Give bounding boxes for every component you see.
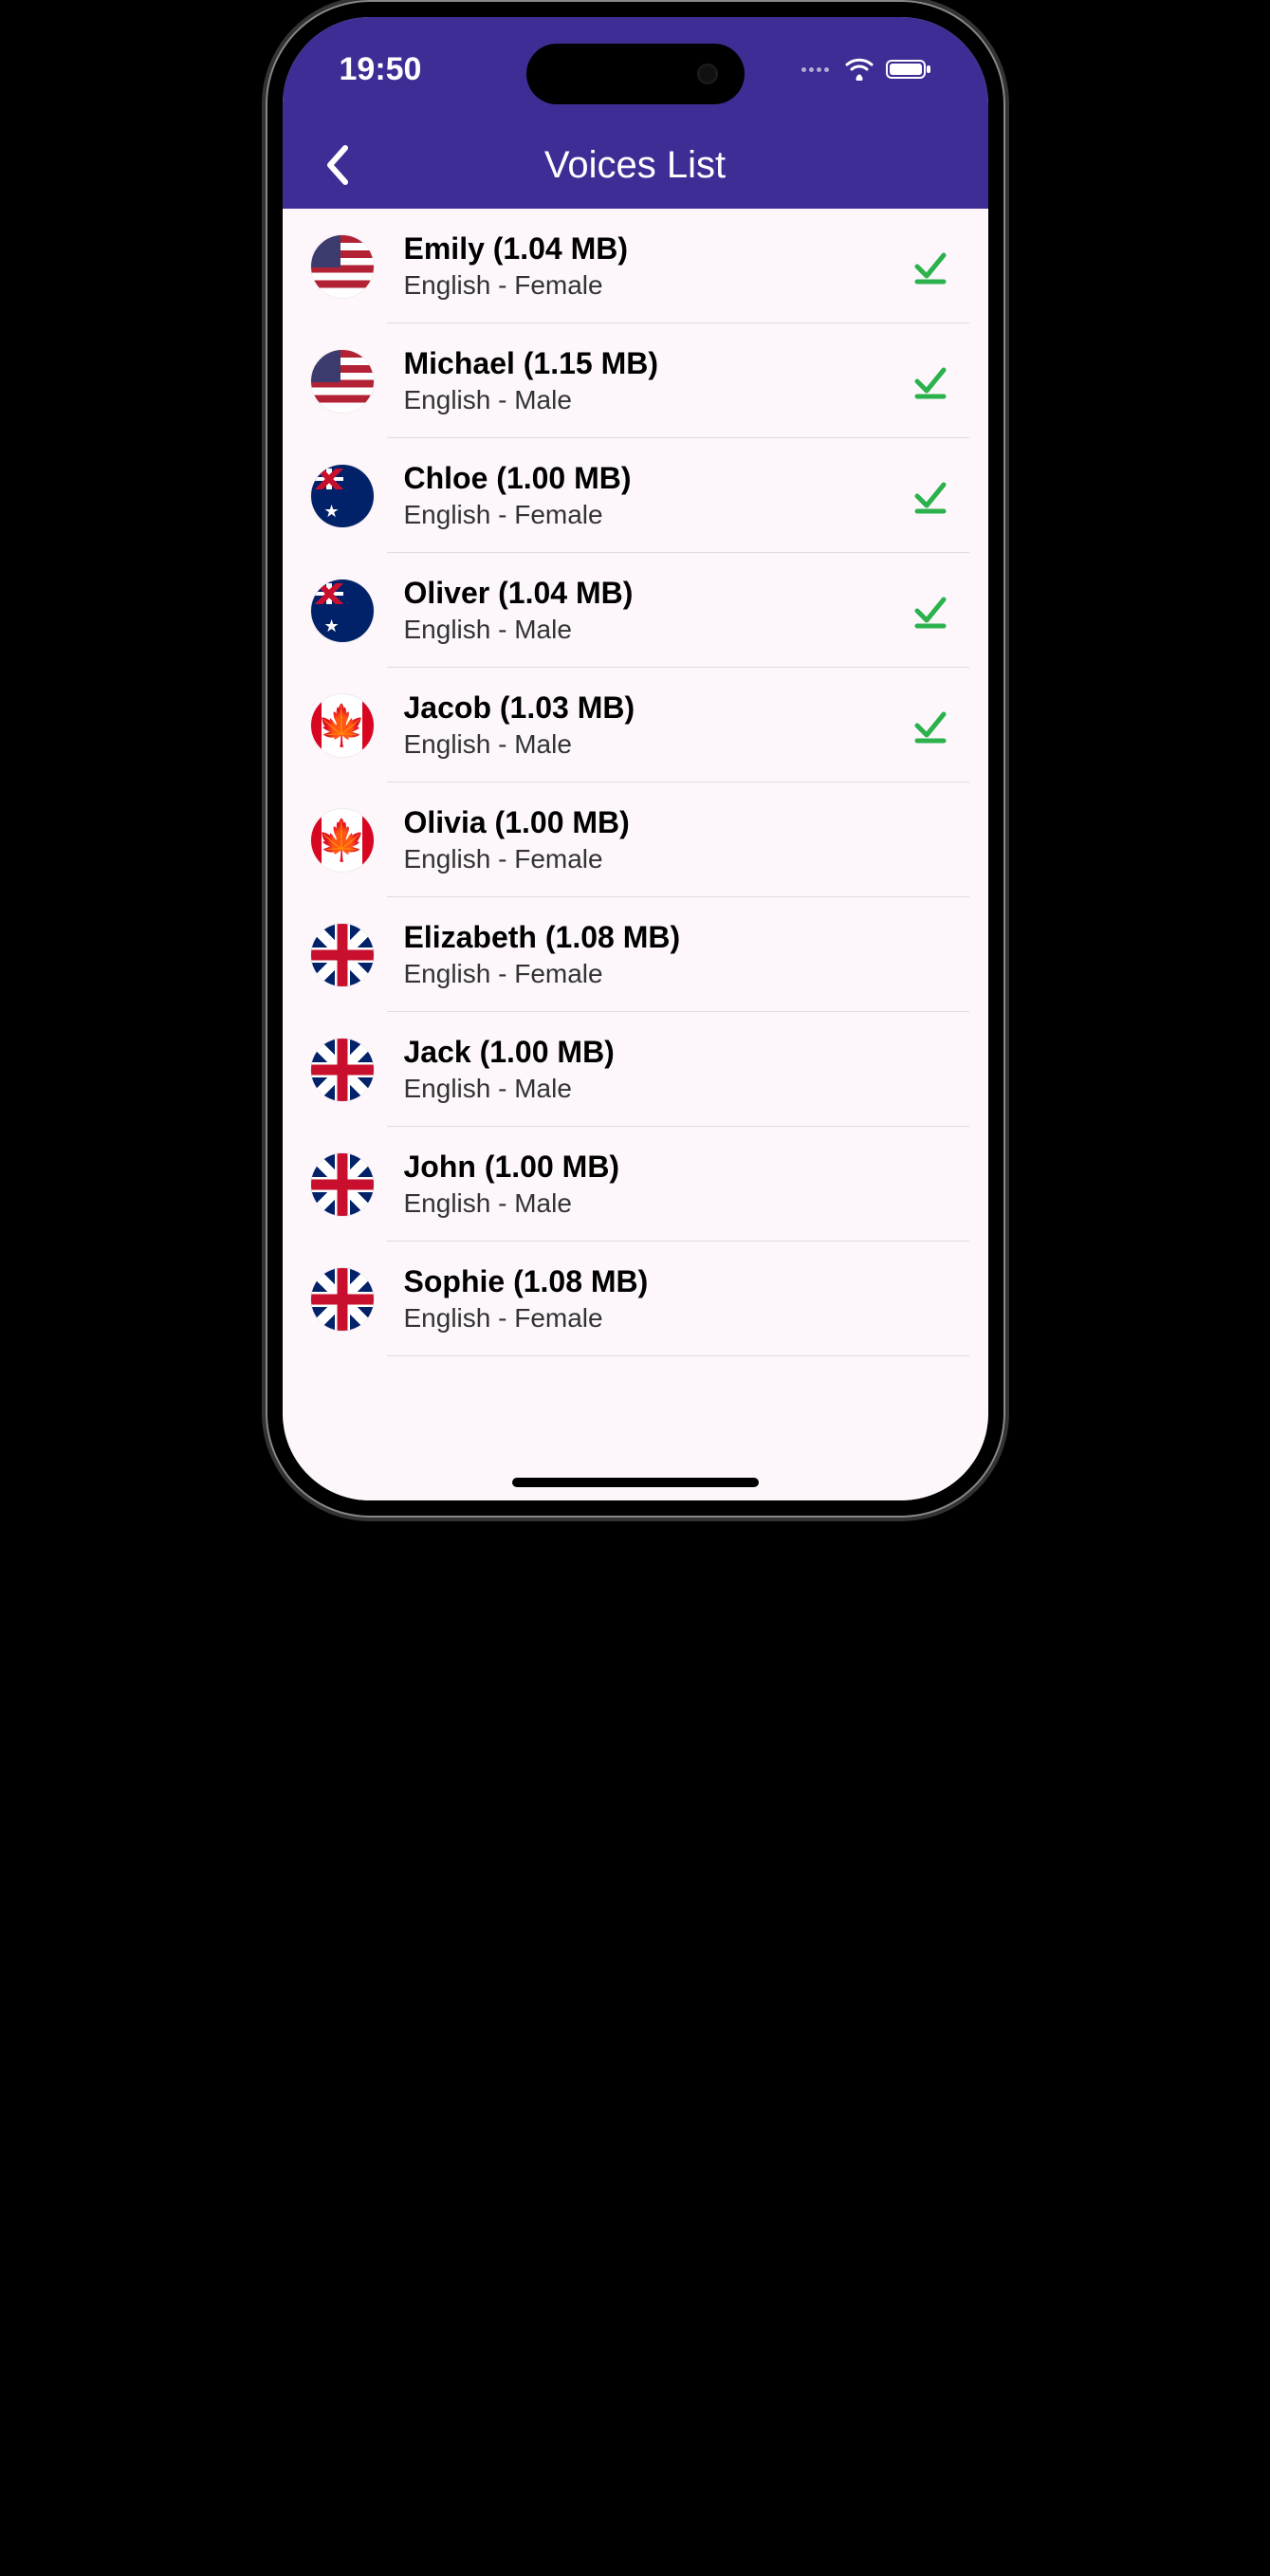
downloaded-check-icon xyxy=(907,358,954,405)
aus-flag-icon xyxy=(311,465,374,527)
voice-text: John (1.00 MB)English - Male xyxy=(404,1150,960,1219)
voice-title: Michael (1.15 MB) xyxy=(404,346,907,381)
voice-row[interactable]: Oliver (1.04 MB) English - Male xyxy=(283,553,988,668)
voice-subtitle: English - Male xyxy=(404,1074,960,1104)
voice-row[interactable]: 🍁 Olivia (1.00 MB) English - Female xyxy=(283,782,988,897)
voice-subtitle: English - Female xyxy=(404,500,907,530)
voice-title: Chloe (1.00 MB) xyxy=(404,461,907,496)
voice-text: Olivia (1.00 MB) English - Female xyxy=(404,805,960,874)
can-flag-icon: 🍁 xyxy=(311,809,374,872)
voice-title: Oliver (1.04 MB) xyxy=(404,576,907,611)
voices-list[interactable]: Emily (1.04 MB)English - FemaleMichael (… xyxy=(283,209,988,1500)
voice-text: Emily (1.04 MB)English - Female xyxy=(404,231,907,301)
downloaded-check-icon xyxy=(907,472,954,520)
camera-dot xyxy=(697,64,718,84)
downloaded-check-icon xyxy=(907,702,954,749)
voice-row[interactable]: John (1.00 MB)English - Male xyxy=(283,1127,988,1242)
voice-row[interactable]: Sophie (1.08 MB) English - Female xyxy=(283,1242,988,1356)
voice-row[interactable]: Emily (1.04 MB)English - Female xyxy=(283,209,988,323)
voice-subtitle: English - Male xyxy=(404,1188,960,1219)
voice-text: Elizabeth (1.08 MB) English - Female xyxy=(404,920,960,989)
voice-text: Jacob (1.03 MB)English - Male xyxy=(404,690,907,760)
cellular-dots-icon xyxy=(801,67,829,72)
voice-subtitle: English - Female xyxy=(404,1303,960,1334)
voice-row[interactable]: Michael (1.15 MB) English - Male xyxy=(283,323,988,438)
voice-title: Emily (1.04 MB) xyxy=(404,231,907,267)
voice-title: Sophie (1.08 MB) xyxy=(404,1264,960,1299)
downloaded-check-icon xyxy=(907,243,954,290)
dynamic-island xyxy=(526,44,745,104)
nav-bar: Voices List xyxy=(283,121,988,209)
voice-title: Jacob (1.03 MB) xyxy=(404,690,907,726)
uk-flag-icon xyxy=(311,1153,374,1216)
battery-icon xyxy=(886,58,931,81)
voice-subtitle: English - Male xyxy=(404,385,907,415)
voice-title: Olivia (1.00 MB) xyxy=(404,805,960,840)
back-button[interactable] xyxy=(315,142,360,188)
uk-flag-icon xyxy=(311,1039,374,1101)
voice-subtitle: English - Male xyxy=(404,615,907,645)
usa-flag-icon xyxy=(311,350,374,413)
voice-text: Michael (1.15 MB) English - Male xyxy=(404,346,907,415)
voice-subtitle: English - Female xyxy=(404,844,960,874)
voice-text: Oliver (1.04 MB) English - Male xyxy=(404,576,907,645)
voice-text: Sophie (1.08 MB) English - Female xyxy=(404,1264,960,1334)
can-flag-icon: 🍁 xyxy=(311,694,374,757)
page-title: Voices List xyxy=(544,144,726,187)
row-divider xyxy=(387,1355,969,1356)
voice-text: Chloe (1.00 MB) English - Female xyxy=(404,461,907,530)
home-indicator[interactable] xyxy=(512,1478,759,1487)
screen: 19:50 xyxy=(283,17,988,1500)
voice-row[interactable]: 🍁 Jacob (1.03 MB)English - Male xyxy=(283,668,988,782)
uk-flag-icon xyxy=(311,1268,374,1331)
voice-row[interactable]: Elizabeth (1.08 MB) English - Female xyxy=(283,897,988,1012)
voice-title: Jack (1.00 MB) xyxy=(404,1035,960,1070)
voice-row[interactable]: Jack (1.00 MB) English - Male xyxy=(283,1012,988,1127)
usa-flag-icon xyxy=(311,235,374,298)
voice-title: John (1.00 MB) xyxy=(404,1150,960,1185)
voice-subtitle: English - Male xyxy=(404,729,907,760)
voice-title: Elizabeth (1.08 MB) xyxy=(404,920,960,955)
status-right xyxy=(801,58,931,81)
status-time: 19:50 xyxy=(340,51,422,88)
chevron-left-icon xyxy=(324,144,351,186)
voice-subtitle: English - Female xyxy=(404,959,960,989)
voice-row[interactable]: Chloe (1.00 MB) English - Female xyxy=(283,438,988,553)
voice-subtitle: English - Female xyxy=(404,270,907,301)
voice-text: Jack (1.00 MB) English - Male xyxy=(404,1035,960,1104)
downloaded-check-icon xyxy=(907,587,954,635)
phone-frame: 19:50 xyxy=(266,0,1005,1518)
wifi-icon xyxy=(844,58,874,81)
aus-flag-icon xyxy=(311,580,374,642)
uk-flag-icon xyxy=(311,924,374,986)
